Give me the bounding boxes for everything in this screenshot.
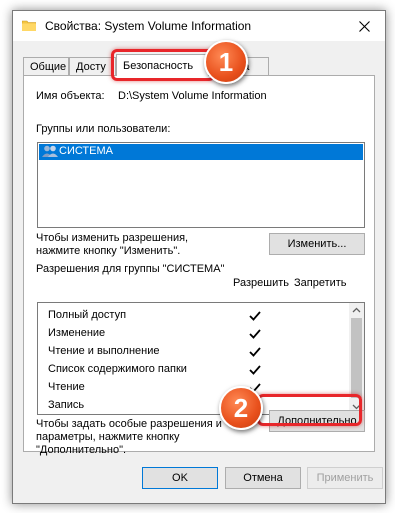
apply-button[interactable]: Применить xyxy=(307,467,383,489)
highlight-tab-security xyxy=(111,49,215,81)
tab-general[interactable]: Общие xyxy=(23,57,69,75)
close-button[interactable] xyxy=(343,11,385,41)
window-title: Свойства: System Volume Information xyxy=(45,19,252,33)
scrollbar-thumb[interactable] xyxy=(351,318,362,398)
permission-label: Список содержимого папки xyxy=(48,363,187,375)
permission-row: Чтение xyxy=(48,381,85,393)
special-hint-line2: параметры, нажмите кнопку xyxy=(36,431,180,443)
step-badge-2: 2 xyxy=(219,386,263,430)
groups-list[interactable]: СИСТЕМА xyxy=(37,142,365,228)
step-badge-1: 1 xyxy=(204,40,248,84)
permission-label: Запись xyxy=(48,399,85,411)
permission-row: Запись xyxy=(48,399,84,411)
permission-row: Полный доступ xyxy=(48,309,126,321)
cancel-button[interactable]: Отмена xyxy=(225,467,301,489)
check-icon xyxy=(249,365,261,375)
permission-label: Чтение и выполнение xyxy=(48,345,160,357)
highlight-advanced-button xyxy=(257,394,362,426)
special-hint-line1: Чтобы задать особые разрешения и xyxy=(36,418,222,430)
check-icon xyxy=(249,347,261,357)
permission-label: Изменение xyxy=(48,327,106,339)
ok-button[interactable]: OK xyxy=(142,467,218,489)
folder-icon xyxy=(21,20,37,32)
close-icon xyxy=(358,20,370,32)
change-hint-line1: Чтобы изменить разрешения, xyxy=(36,232,189,244)
check-icon xyxy=(249,329,261,339)
permission-row: Чтение и выполнение xyxy=(48,345,160,357)
properties-dialog: Свойства: System Volume Information Общи… xyxy=(12,10,386,504)
special-hint-line3: "Дополнительно". xyxy=(36,444,127,456)
object-name-value: D:\System Volume Information xyxy=(118,90,267,102)
check-icon xyxy=(249,311,261,321)
tab-access[interactable]: Досту xyxy=(69,57,116,75)
list-item[interactable]: СИСТЕМА xyxy=(39,144,363,160)
permission-label: Чтение xyxy=(48,381,85,393)
allow-header: Разрешить xyxy=(233,277,289,289)
object-name-label: Имя объекта: xyxy=(36,90,105,102)
deny-header: Запретить xyxy=(294,277,347,289)
title-bar: Свойства: System Volume Information xyxy=(13,11,385,41)
group-name: СИСТЕМА xyxy=(59,145,113,157)
scroll-up-icon[interactable] xyxy=(352,307,361,313)
permission-row: Список содержимого папки xyxy=(48,363,187,375)
change-hint-line2: нажмите кнопку "Изменить". xyxy=(36,245,181,257)
change-button[interactable]: Изменить... xyxy=(269,233,365,255)
permission-label: Полный доступ xyxy=(48,309,127,321)
permission-row: Изменение xyxy=(48,327,105,339)
users-icon xyxy=(42,145,58,161)
groups-label: Группы или пользователи: xyxy=(36,123,171,135)
permissions-title: Разрешения для группы "СИСТЕМА" xyxy=(36,263,225,275)
